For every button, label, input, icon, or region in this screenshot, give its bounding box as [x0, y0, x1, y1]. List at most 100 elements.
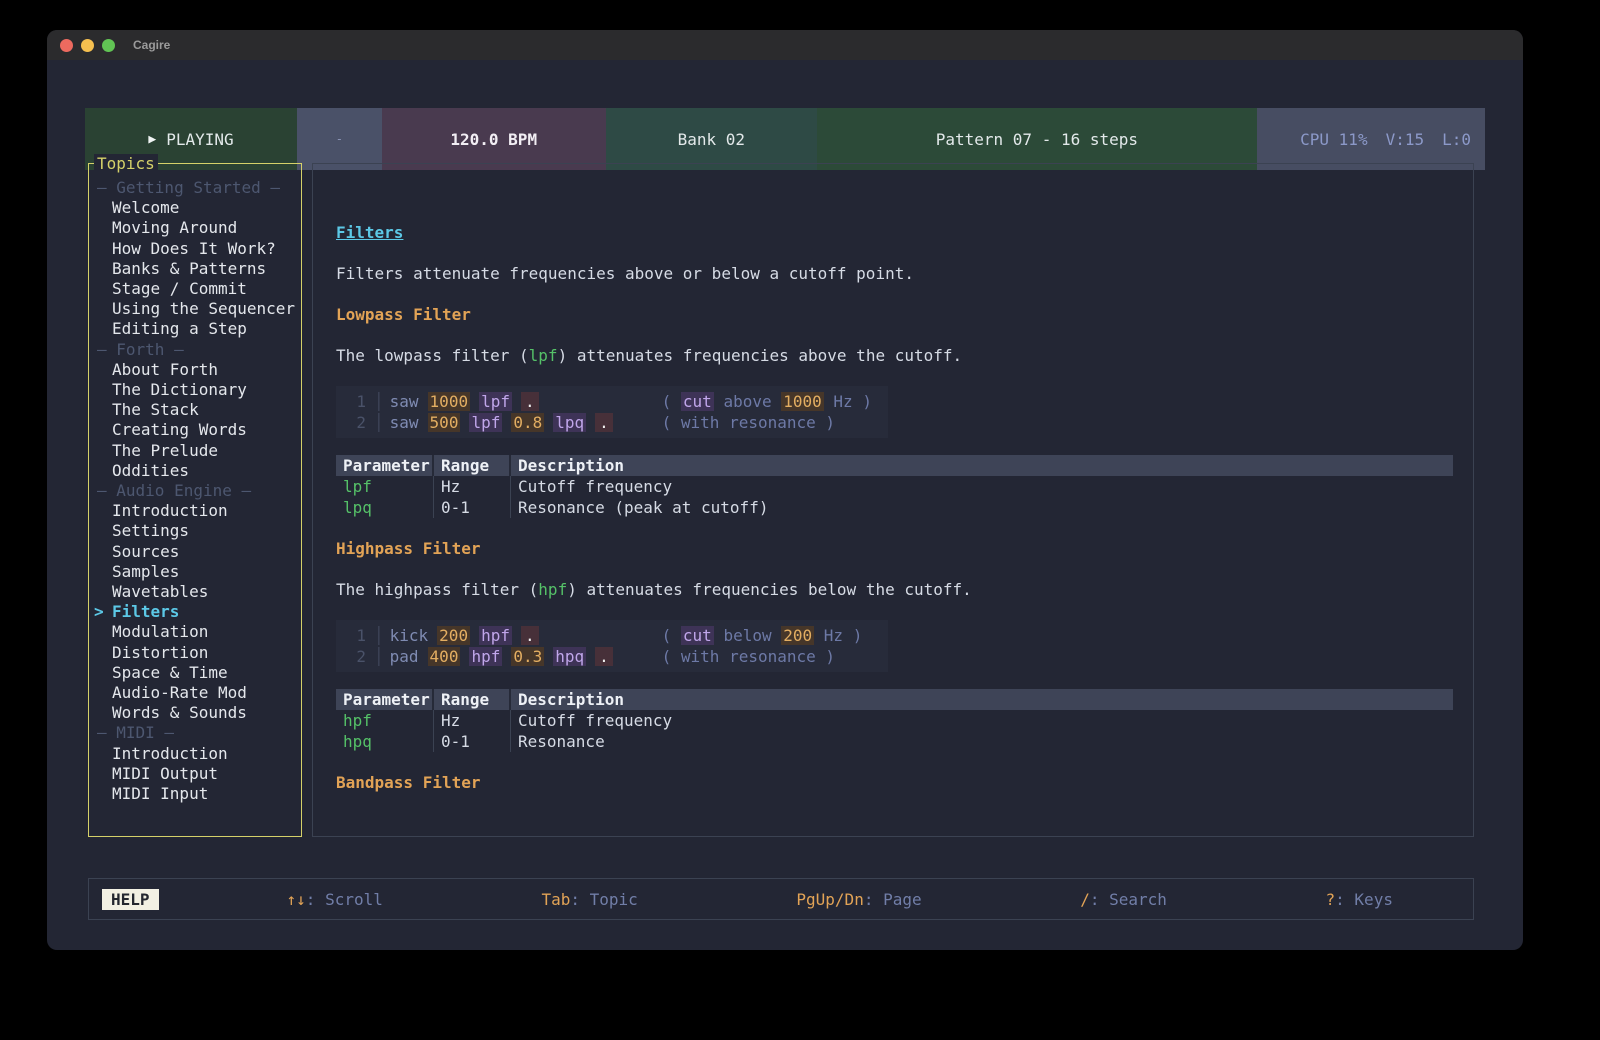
hint-page: PgUp/Dn: Page: [796, 890, 921, 909]
hint-scroll: ↑↓: Scroll: [287, 890, 383, 909]
lowpass-heading: Lowpass Filter: [336, 304, 1453, 325]
line-number: 1: [336, 391, 366, 412]
sidebar-item-the-stack[interactable]: The Stack: [89, 400, 301, 420]
lowpass-description: The lowpass filter (lpf) attenuates freq…: [336, 345, 1453, 366]
sidebar-item-stage-commit[interactable]: Stage / Commit: [89, 279, 301, 299]
sidebar-item-about-forth[interactable]: About Forth: [89, 360, 301, 380]
code-tokens: kick200hpf.: [390, 625, 662, 646]
highpass-heading: Highpass Filter: [336, 538, 1453, 559]
sidebar-item-the-dictionary[interactable]: The Dictionary: [89, 380, 301, 400]
zoom-button[interactable]: [102, 39, 115, 52]
param-name: lpf: [336, 476, 434, 497]
sidebar-section-getting-started: — Getting Started —: [89, 178, 301, 198]
sidebar-item-modulation[interactable]: Modulation: [89, 622, 301, 642]
help-mode-badge: HELP: [102, 889, 159, 910]
sidebar-item-audio-rate-mod[interactable]: Audio-Rate Mod: [89, 683, 301, 703]
load-label: L:0: [1442, 130, 1471, 149]
sidebar-item-settings[interactable]: Settings: [89, 521, 301, 541]
sidebar-item-the-prelude[interactable]: The Prelude: [89, 441, 301, 461]
sidebar-item-distortion[interactable]: Distortion: [89, 643, 301, 663]
param-range: 0-1: [434, 497, 511, 518]
hint-search: /: Search: [1080, 890, 1167, 909]
sidebar-item-filters-selected[interactable]: > Filters: [89, 602, 301, 622]
sidebar-item-creating-words[interactable]: Creating Words: [89, 420, 301, 440]
param-description: Cutoff frequency: [511, 710, 673, 731]
sidebar-item-midi-input[interactable]: MIDI Input: [89, 784, 301, 804]
code-tokens: pad400hpf0.3hpq.: [390, 646, 662, 667]
param-description: Resonance (peak at cutoff): [511, 497, 766, 518]
bandpass-heading: Bandpass Filter: [336, 772, 1453, 793]
code-tokens: saw500lpf0.8lpq.: [390, 412, 662, 433]
traffic-lights: [60, 39, 115, 52]
sidebar-item-banks-patterns[interactable]: Banks & Patterns: [89, 259, 301, 279]
table-row: hpf Hz Cutoff frequency: [336, 710, 1453, 731]
sidebar-section-forth: — Forth —: [89, 340, 301, 360]
line-number: 1: [336, 625, 366, 646]
param-name: lpq: [336, 497, 434, 518]
app-window: Cagire ▶ PLAYING - 120.0 BPM Bank 02 Pat…: [47, 30, 1523, 950]
code-line: 1 │ kick200hpf. ( cut below 200 Hz ): [336, 625, 888, 646]
line-number: 2: [336, 412, 366, 433]
table-header-row: Parameter Range Description: [336, 689, 1453, 710]
code-block-lowpass: 1 │ saw1000lpf. ( cut above 1000 Hz ) 2 …: [336, 386, 888, 438]
code-comment: ( with resonance ): [662, 646, 835, 667]
param-description: Cutoff frequency: [511, 476, 766, 497]
pattern-segment: Pattern 07 - 16 steps: [817, 108, 1257, 170]
header-parameter: Parameter: [336, 455, 434, 476]
param-range: 0-1: [434, 731, 511, 752]
bank-segment: Bank 02: [606, 108, 817, 170]
param-range: Hz: [434, 476, 511, 497]
content-row: Topics — Getting Started — Welcome Movin…: [88, 163, 1474, 837]
sidebar-item-oddities[interactable]: Oddities: [89, 461, 301, 481]
table-header-row: Parameter Range Description: [336, 455, 1453, 476]
sidebar-item-moving-around[interactable]: Moving Around: [89, 218, 301, 238]
params-table-highpass: Parameter Range Description hpf Hz Cutof…: [336, 689, 1453, 752]
sidebar-item-how-does-it-work[interactable]: How Does It Work?: [89, 239, 301, 259]
title-bar: Cagire: [47, 30, 1523, 60]
help-content-panel: Filters Filters attenuate frequencies ab…: [312, 163, 1474, 837]
voices-label: V:15: [1386, 130, 1425, 149]
key-hints: ↑↓: Scroll Tab: Topic PgUp/Dn: Page /: S…: [287, 890, 1393, 909]
sidebar-item-samples[interactable]: Samples: [89, 562, 301, 582]
sidebar-item-welcome[interactable]: Welcome: [89, 198, 301, 218]
param-description: Resonance: [511, 731, 673, 752]
code-line: 1 │ saw1000lpf. ( cut above 1000 Hz ): [336, 391, 888, 412]
bpm-segment: 120.0 BPM: [382, 108, 606, 170]
sidebar-item-wavetables[interactable]: Wavetables: [89, 582, 301, 602]
minimize-button[interactable]: [81, 39, 94, 52]
sidebar-item-editing-a-step[interactable]: Editing a Step: [89, 319, 301, 339]
code-comment: ( with resonance ): [662, 412, 835, 433]
topic-title: Filters: [336, 222, 1453, 243]
sidebar-item-words-sounds[interactable]: Words & Sounds: [89, 703, 301, 723]
hint-keys: ?: Keys: [1326, 890, 1393, 909]
close-button[interactable]: [60, 39, 73, 52]
table-row: hpq 0-1 Resonance: [336, 731, 1453, 752]
sidebar-item-introduction-midi[interactable]: Introduction: [89, 744, 301, 764]
sidebar-item-space-time[interactable]: Space & Time: [89, 663, 301, 683]
topics-sidebar: Topics — Getting Started — Welcome Movin…: [88, 163, 302, 837]
intro-paragraph: Filters attenuate frequencies above or b…: [336, 263, 1453, 284]
sidebar-item-label: Filters: [112, 602, 179, 621]
code-line: 2 │ saw500lpf0.8lpq. ( with resonance ): [336, 412, 888, 433]
param-range: Hz: [434, 710, 511, 731]
cpu-label: CPU 11%: [1300, 130, 1367, 149]
play-icon: ▶: [148, 132, 156, 147]
status-bar: ▶ PLAYING - 120.0 BPM Bank 02 Pattern 07…: [85, 108, 1485, 170]
header-description: Description: [511, 689, 673, 710]
cpu-segment: CPU 11% V:15 L:0: [1257, 108, 1485, 170]
code-comment: ( cut above 1000 Hz ): [662, 391, 872, 412]
code-line: 2 │ pad400hpf0.3hpq. ( with resonance ): [336, 646, 888, 667]
sidebar-section-midi: — MIDI —: [89, 723, 301, 743]
params-table-lowpass: Parameter Range Description lpf Hz Cutof…: [336, 455, 1453, 518]
highpass-description: The highpass filter (hpf) attenuates fre…: [336, 579, 1453, 600]
param-name: hpq: [336, 731, 434, 752]
sidebar-item-midi-output[interactable]: MIDI Output: [89, 764, 301, 784]
sidebar-item-sources[interactable]: Sources: [89, 542, 301, 562]
playing-label: PLAYING: [166, 130, 233, 149]
line-number: 2: [336, 646, 366, 667]
line-separator: │: [366, 646, 390, 667]
sidebar-item-introduction-audio[interactable]: Introduction: [89, 501, 301, 521]
sidebar-item-using-the-sequencer[interactable]: Using the Sequencer: [89, 299, 301, 319]
table-row: lpf Hz Cutoff frequency: [336, 476, 1453, 497]
code-tokens: saw1000lpf.: [390, 391, 662, 412]
